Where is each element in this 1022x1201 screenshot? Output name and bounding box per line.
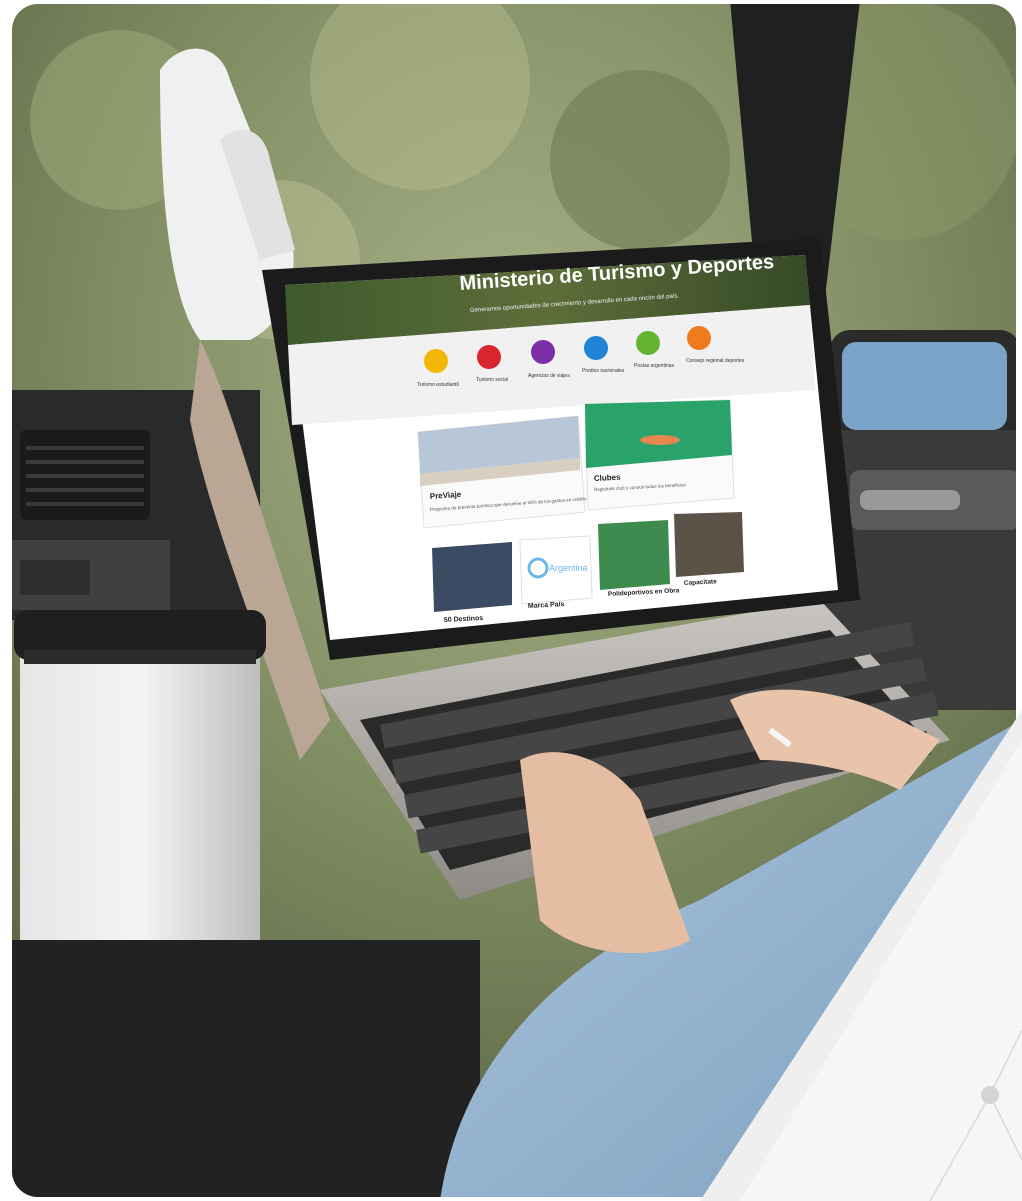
bottle-icon: [636, 331, 660, 355]
people-icon: [477, 345, 501, 369]
clipboard-icon: [687, 326, 711, 350]
category-label: Turismo estudiantil: [417, 382, 459, 388]
marca-logo-text: Argentina: [549, 563, 588, 573]
category-label: Predios nacionales: [582, 368, 625, 374]
photo-scene: Ministerio de Turismo y Deportes Generam…: [0, 0, 1022, 1201]
walking-icon: [424, 349, 448, 373]
laptop-in-car-photo: Ministerio de Turismo y Deportes Generam…: [12, 4, 1022, 1201]
location-icon: [584, 336, 608, 360]
category-label: Consejo regional deportes: [686, 358, 745, 364]
category-label: Turismo social: [476, 377, 508, 383]
document-icon: [531, 340, 555, 364]
card-title: Clubes: [594, 473, 622, 483]
category-label: Postas argentinas: [634, 363, 675, 369]
category-label: Agencias de viajes: [528, 373, 570, 379]
